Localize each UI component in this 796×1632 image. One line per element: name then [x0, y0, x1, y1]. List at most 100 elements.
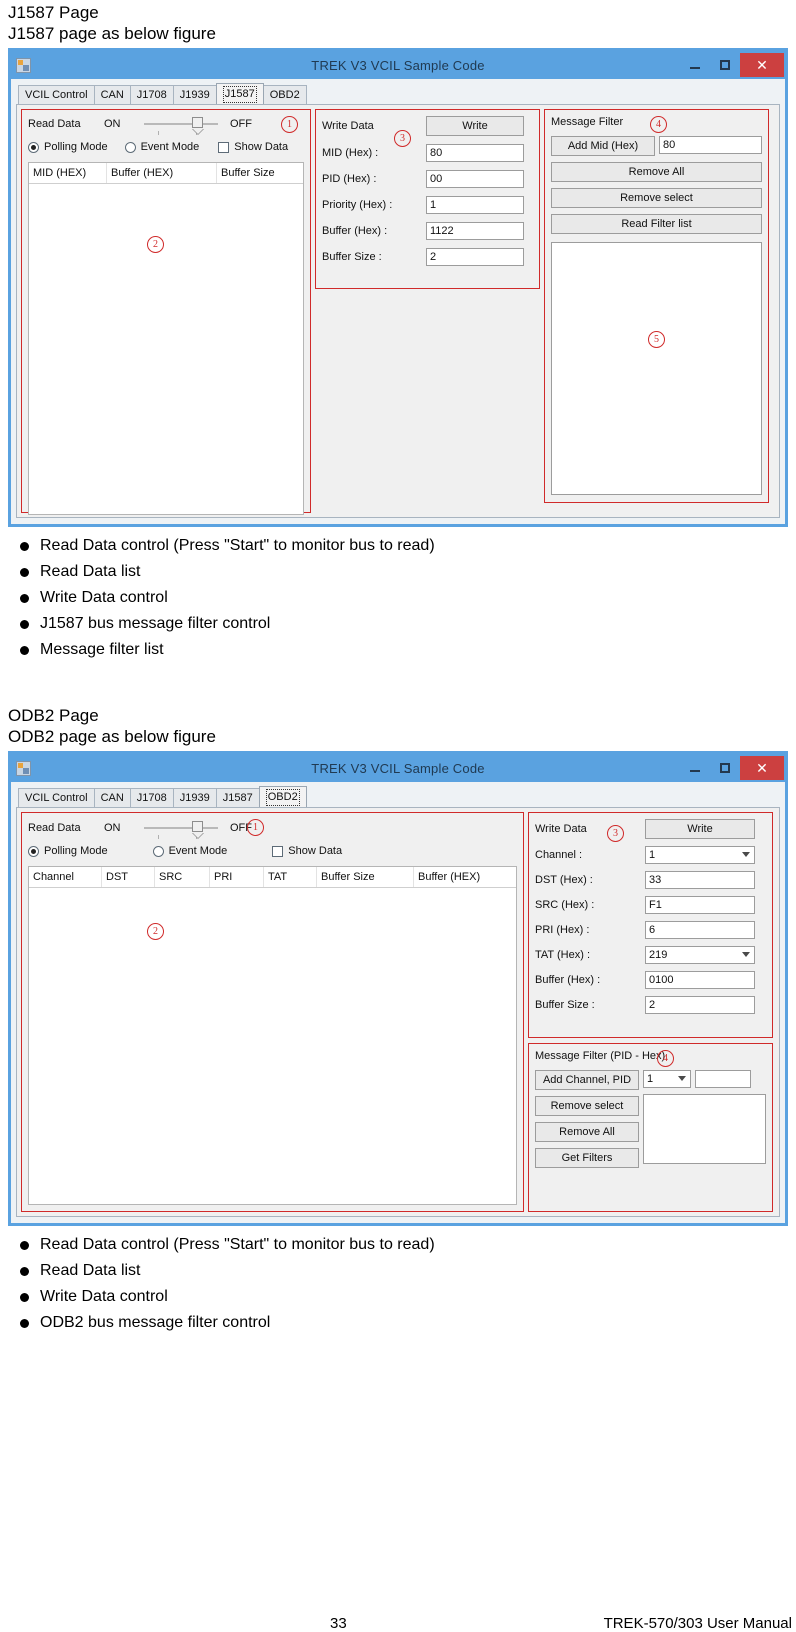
column-buffer-size: Buffer Size [221, 167, 275, 179]
buffer-hex-label: Buffer (Hex) : [535, 974, 601, 986]
column-src: SRC [155, 867, 210, 887]
channel-select-value: 1 [649, 849, 656, 861]
read-data-list-header: MID (HEX) Buffer (HEX) Buffer Size [29, 163, 303, 184]
write-button[interactable]: Write [645, 819, 755, 839]
tab-j1708[interactable]: J1708 [129, 85, 174, 104]
filter-pid-input[interactable] [695, 1070, 751, 1088]
add-channel-pid-button[interactable]: Add Channel, PID [535, 1070, 639, 1090]
window-title: TREK V3 VCIL Sample Code [311, 760, 485, 776]
tab-j1939[interactable]: J1939 [172, 85, 217, 104]
tab-obd2[interactable]: OBD2 [262, 85, 307, 104]
tab-vcil-control[interactable]: VCIL Control [18, 85, 95, 104]
message-filter-list-j1587[interactable]: 5 [551, 242, 762, 495]
annotation-marker-5: 5 [648, 331, 665, 348]
tab-j1587-label: J1587 [222, 86, 257, 103]
buffer-hex-input[interactable]: 0100 [645, 971, 755, 989]
tab-can[interactable]: CAN [93, 85, 131, 104]
read-data-toggle-slider[interactable] [144, 116, 218, 135]
show-data-checkbox[interactable] [272, 845, 284, 857]
list-item: Read Data control (Press "Start" to moni… [8, 1232, 788, 1258]
read-data-label: Read Data [28, 821, 81, 834]
tat-hex-select[interactable]: 219 [645, 946, 755, 964]
message-filter-list-odb2[interactable] [643, 1094, 766, 1164]
read-data-list-odb2[interactable]: Channel DST SRC PRI TAT Buffer Size Buff… [28, 866, 517, 1205]
tab-obd2[interactable]: OBD2 [258, 786, 307, 807]
remove-all-button[interactable]: Remove All [535, 1122, 639, 1142]
buffer-hex-label: Buffer (Hex) : [322, 225, 388, 237]
read-data-list-j1587[interactable]: MID (HEX) Buffer (HEX) Buffer Size 2 [28, 162, 304, 515]
priority-hex-label: Priority (Hex) : [322, 199, 393, 211]
list-item: Read Data list [8, 559, 788, 585]
read-data-off-label: OFF [230, 118, 252, 130]
remove-all-button[interactable]: Remove All [551, 162, 762, 182]
event-mode-label: Event Mode [140, 141, 200, 153]
tab-j1939[interactable]: J1939 [172, 788, 217, 807]
column-buffer-size: Buffer Size [317, 867, 414, 887]
buffer-hex-input[interactable]: 1122 [426, 222, 524, 240]
write-data-group-j1587: 3 Write Data Write MID (Hex) : 80 PID (H… [315, 109, 540, 289]
read-data-label: Read Data [28, 118, 81, 130]
event-mode-radio[interactable] [152, 845, 164, 857]
polling-mode-label: Polling Mode [44, 141, 108, 153]
list-item: Read Data list [8, 1258, 788, 1284]
list-item: ODB2 bus message filter control [8, 1310, 788, 1336]
title-bar: TREK V3 VCIL Sample Code ✕ [11, 51, 785, 79]
filter-channel-select[interactable]: 1 [643, 1070, 691, 1088]
write-data-title: Write Data [535, 823, 587, 835]
manual-name: TREK-570/303 User Manual [603, 1615, 792, 1632]
add-mid-button[interactable]: Add Mid (Hex) [551, 136, 655, 156]
column-buffer-hex: Buffer (HEX) [107, 163, 217, 183]
pri-hex-input[interactable]: 6 [645, 921, 755, 939]
event-mode-label: Event Mode [168, 845, 228, 857]
list-item: J1587 bus message filter control [8, 611, 788, 637]
pri-hex-label: PRI (Hex) : [535, 924, 590, 936]
column-dst: DST [102, 867, 155, 887]
chevron-down-icon [742, 952, 750, 957]
tab-pane-odb2: 1 Read Data ON OFF Polling Mode Event Mo… [16, 807, 780, 1217]
message-filter-group-odb2: 4 Message Filter (PID - Hex) Add Channel… [528, 1043, 773, 1212]
write-button[interactable]: Write [426, 116, 524, 136]
read-filter-list-button[interactable]: Read Filter list [551, 214, 762, 234]
list-item: Read Data control (Press "Start" to moni… [8, 533, 788, 559]
write-data-group-odb2: 3 Write Data Write Channel : 1 DST (Hex)… [528, 812, 773, 1038]
show-data-checkbox[interactable] [218, 141, 230, 153]
tab-j1708[interactable]: J1708 [129, 788, 174, 807]
channel-select[interactable]: 1 [645, 846, 755, 864]
read-data-toggle-slider[interactable] [144, 820, 218, 839]
src-hex-input[interactable]: F1 [645, 896, 755, 914]
buffer-size-input[interactable]: 2 [645, 996, 755, 1014]
message-filter-group-j1587: 4 Message Filter Add Mid (Hex) 80 Remove… [544, 109, 769, 503]
column-mid-hex: MID (HEX) [29, 163, 107, 183]
remove-select-button[interactable]: Remove select [551, 188, 762, 208]
pid-hex-input[interactable]: 00 [426, 170, 524, 188]
event-mode-radio[interactable] [124, 141, 136, 153]
get-filters-button[interactable]: Get Filters [535, 1148, 639, 1168]
add-mid-input[interactable]: 80 [659, 136, 762, 154]
annotation-marker-2: 2 [147, 923, 164, 940]
tat-hex-label: TAT (Hex) : [535, 949, 590, 961]
tab-can[interactable]: CAN [93, 788, 131, 807]
tab-j1587[interactable]: J1587 [215, 83, 264, 104]
polling-mode-radio[interactable] [28, 845, 39, 857]
show-data-label: Show Data [234, 141, 289, 153]
right-column-odb2: 3 Write Data Write Channel : 1 DST (Hex)… [528, 812, 773, 1212]
mid-hex-input[interactable]: 80 [426, 144, 524, 162]
mid-hex-label: MID (Hex) : [322, 147, 379, 159]
dst-hex-input[interactable]: 33 [645, 871, 755, 889]
channel-label: Channel : [535, 849, 583, 861]
section-heading-j1587: J1587 Page [8, 3, 99, 22]
buffer-size-input[interactable]: 2 [426, 248, 524, 266]
app-window-odb2: TREK V3 VCIL Sample Code ✕ VCIL Control … [8, 751, 788, 1226]
tab-bar-j1587: VCIL Control CAN J1708 J1939 J1587 OBD2 [18, 83, 780, 104]
priority-hex-input[interactable]: 1 [426, 196, 524, 214]
window-title: TREK V3 VCIL Sample Code [311, 57, 485, 73]
tab-j1587[interactable]: J1587 [215, 788, 260, 807]
annotation-marker-1: 1 [281, 116, 298, 133]
title-bar-odb2: TREK V3 VCIL Sample Code ✕ [11, 754, 785, 782]
message-filter-title: Message Filter (PID - Hex) [535, 1050, 666, 1062]
read-data-group-j1587: 1 Read Data ON OFF Polling Mode Event Mo… [21, 109, 311, 515]
annotation-marker-4: 4 [657, 1050, 674, 1067]
tab-vcil-control[interactable]: VCIL Control [18, 788, 95, 807]
polling-mode-radio[interactable] [28, 141, 39, 153]
remove-select-button[interactable]: Remove select [535, 1096, 639, 1116]
